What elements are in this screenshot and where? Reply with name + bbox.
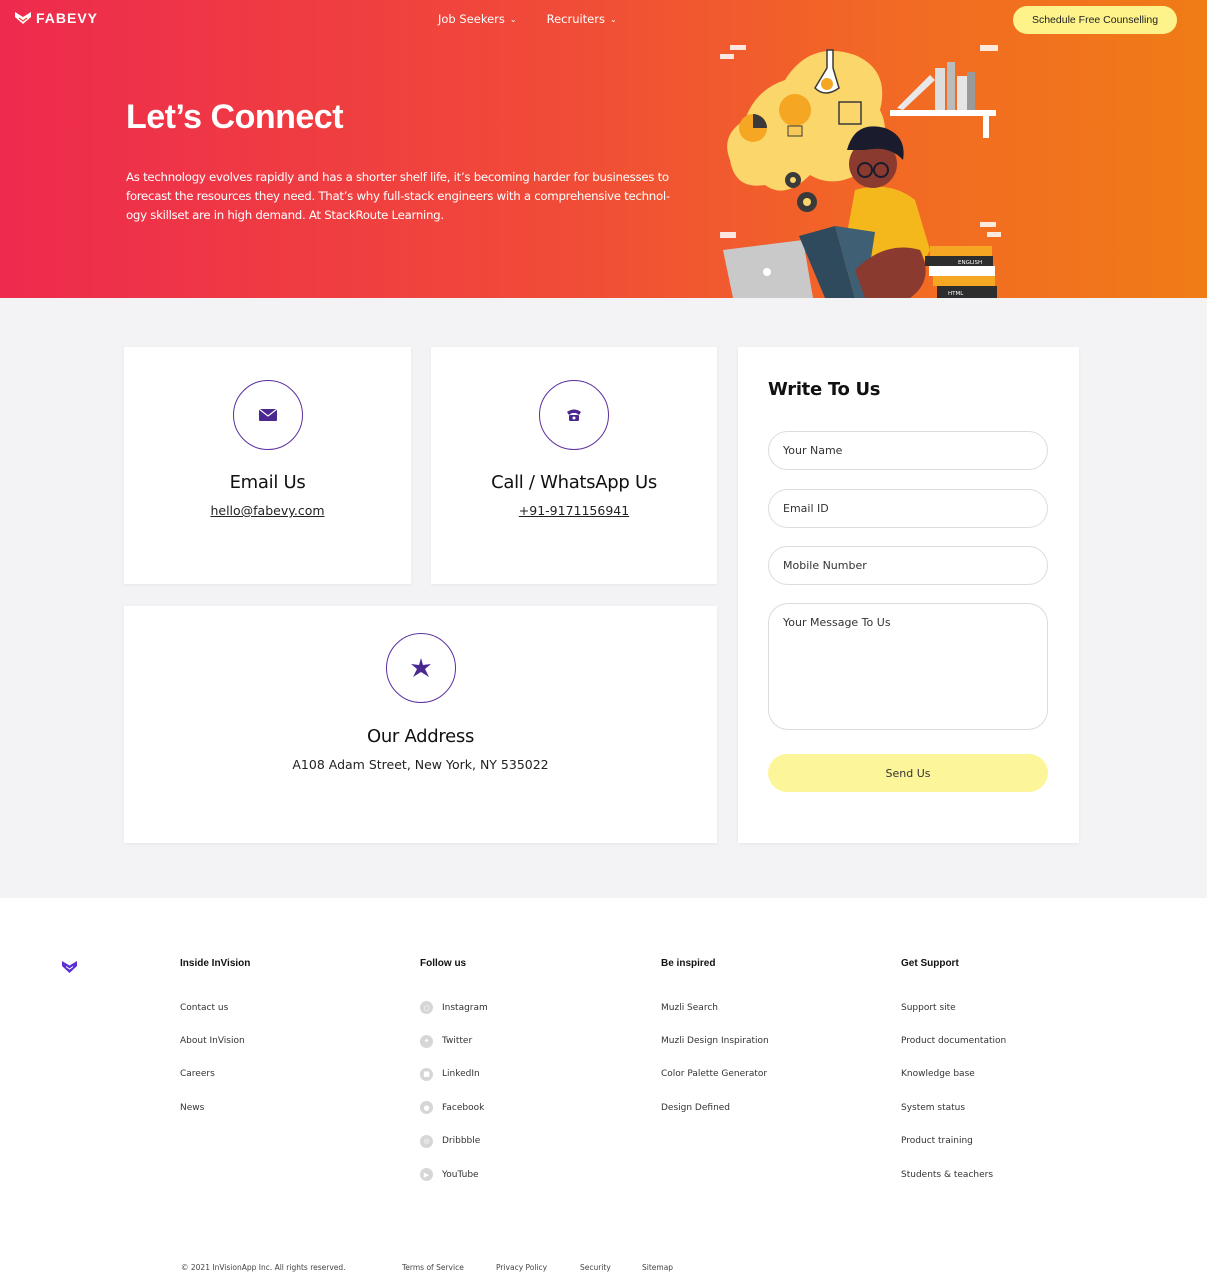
- phone-card: Call / WhatsApp Us +91-9171156941: [431, 347, 717, 584]
- hero-description: As technology evolves rapidly and has a …: [126, 170, 670, 222]
- address-card-title: Our Address: [366, 726, 475, 747]
- footer-social-twitter[interactable]: ✦ Twitter: [420, 1024, 488, 1057]
- address-value: A108 Adam Street, New York, NY 535022: [292, 757, 549, 772]
- footer-column-get-support: Get Support Support site Product documen…: [901, 958, 1006, 1191]
- footer-link[interactable]: Students & teachers: [901, 1158, 1006, 1191]
- email-input[interactable]: [768, 489, 1048, 528]
- name-input[interactable]: [768, 431, 1048, 470]
- brand-name: FABEVY: [36, 10, 99, 26]
- email-card-title: Email Us: [229, 472, 306, 493]
- send-button[interactable]: Send Us: [768, 754, 1048, 792]
- youtube-icon: ▶: [420, 1168, 433, 1182]
- footer-link-label: LinkedIn: [442, 1069, 480, 1080]
- footer-link[interactable]: Contact us: [180, 991, 250, 1024]
- phone-card-title: Call / WhatsApp Us: [491, 472, 657, 493]
- email-card: Email Us hello@fabevy.com: [124, 347, 411, 584]
- footer-social-dribbble[interactable]: ◎ Dribbble: [420, 1125, 488, 1158]
- footer-heading: Get Support: [901, 958, 959, 969]
- footer-link[interactable]: System status: [901, 1091, 1006, 1124]
- terms-link[interactable]: Terms of Service: [402, 1263, 496, 1272]
- footer-link[interactable]: Design Defined: [661, 1091, 769, 1124]
- footer-link[interactable]: Product documentation: [901, 1024, 1006, 1057]
- contact-section: Email Us hello@fabevy.com Call / WhatsAp…: [0, 298, 1207, 898]
- footer-heading: Follow us: [420, 958, 467, 969]
- message-textarea[interactable]: [768, 603, 1048, 730]
- footer-social-linkedin[interactable]: ■ LinkedIn: [420, 1058, 488, 1091]
- privacy-link[interactable]: Privacy Policy: [496, 1263, 580, 1272]
- hero-banner: FABEVY Job Seekers ⌄ Recruiters ⌄ Schedu…: [0, 0, 1207, 298]
- location-icon: [386, 633, 456, 703]
- footer-link-label: Dribbble: [442, 1136, 481, 1147]
- fabevy-logo-icon[interactable]: [62, 959, 77, 974]
- chevron-down-icon: ⌄: [509, 14, 517, 24]
- footer-column-be-inspired: Be inspired Muzli Search Muzli Design In…: [661, 958, 769, 1125]
- site-footer: Inside InVision Contact us About InVisio…: [0, 898, 1207, 1280]
- brand-logo[interactable]: FABEVY: [14, 10, 98, 26]
- footer-social-youtube[interactable]: ▶ YouTube: [420, 1158, 488, 1191]
- footer-social-facebook[interactable]: ● Facebook: [420, 1091, 488, 1124]
- address-card: Our Address A108 Adam Street, New York, …: [124, 606, 717, 843]
- footer-link-label: Instagram: [442, 1002, 488, 1013]
- security-link[interactable]: Security: [580, 1263, 642, 1272]
- footer-link[interactable]: News: [180, 1091, 250, 1124]
- footer-link[interactable]: Color Palette Generator: [661, 1058, 769, 1091]
- envelope-icon: [233, 380, 303, 450]
- nav-recruiters[interactable]: Recruiters ⌄: [547, 12, 617, 26]
- phone-link[interactable]: +91-9171156941: [431, 503, 717, 518]
- book-spine-label: ENGLISH: [958, 260, 982, 266]
- phone-icon: [539, 380, 609, 450]
- nav-label: Recruiters: [546, 12, 605, 26]
- email-link[interactable]: hello@fabevy.com: [124, 503, 411, 518]
- footer-heading: Inside InVision: [180, 958, 251, 969]
- linkedin-icon: ■: [420, 1067, 433, 1081]
- footer-link[interactable]: About InVision: [180, 1024, 250, 1057]
- nav-job-seekers[interactable]: Job Seekers ⌄: [438, 12, 517, 26]
- footer-link[interactable]: Support site: [901, 991, 1006, 1024]
- facebook-icon: ●: [420, 1101, 433, 1115]
- page-title: Let’s Connect: [126, 98, 344, 136]
- footer-link[interactable]: Muzli Search: [661, 991, 769, 1024]
- footer-link[interactable]: Product training: [901, 1125, 1006, 1158]
- footer-link-label: Facebook: [442, 1102, 485, 1113]
- copyright-text: © 2021 InVisionApp Inc. All rights reser…: [181, 1263, 346, 1272]
- footer-link[interactable]: Careers: [180, 1058, 250, 1091]
- footer-bottom-bar: © 2021 InVisionApp Inc. All rights reser…: [181, 1263, 673, 1272]
- sitemap-link[interactable]: Sitemap: [642, 1263, 673, 1272]
- footer-link-label: Twitter: [442, 1036, 473, 1047]
- mobile-input[interactable]: [768, 546, 1048, 585]
- footer-heading: Be inspired: [661, 958, 716, 969]
- book-spine-label: HTML: [948, 291, 964, 297]
- chevron-down-icon: ⌄: [609, 14, 617, 24]
- instagram-icon: ○: [420, 1001, 433, 1015]
- nav-label: Job Seekers: [438, 12, 505, 26]
- dribbble-icon: ◎: [420, 1134, 433, 1148]
- main-nav: Job Seekers ⌄ Recruiters ⌄: [438, 12, 617, 26]
- footer-link[interactable]: Knowledge base: [901, 1058, 1006, 1091]
- footer-social-instagram[interactable]: ○ Instagram: [420, 991, 488, 1024]
- student-reading-illustration: ENGLISH HTML: [720, 45, 1001, 298]
- twitter-icon: ✦: [420, 1034, 433, 1048]
- fabevy-logo-icon: [15, 12, 31, 24]
- footer-column-follow-us: Follow us ○ Instagram ✦ Twitter ■ Linked…: [420, 958, 488, 1191]
- footer-link-label: YouTube: [442, 1169, 479, 1180]
- footer-column-inside-invision: Inside InVision Contact us About InVisio…: [180, 958, 250, 1125]
- schedule-counselling-button[interactable]: Schedule Free Counselling: [1013, 6, 1177, 34]
- footer-link[interactable]: Muzli Design Inspiration: [661, 1024, 769, 1057]
- contact-form-card: Write To Us Send Us: [738, 347, 1079, 843]
- form-title: Write To Us: [768, 379, 881, 400]
